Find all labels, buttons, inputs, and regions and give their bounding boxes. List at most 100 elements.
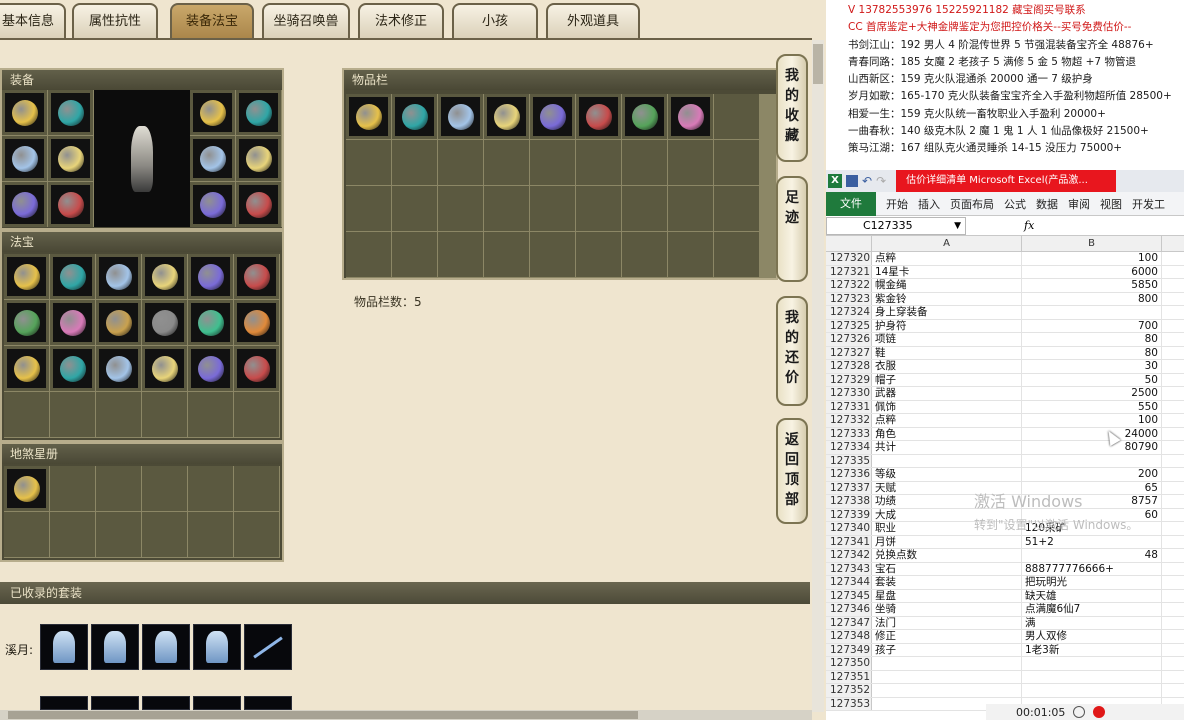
row-number[interactable]: 127334: [826, 441, 872, 454]
cell-b[interactable]: 80790: [1022, 441, 1162, 454]
fx-icon[interactable]: fx: [1024, 219, 1034, 232]
row-number[interactable]: 127326: [826, 333, 872, 346]
row-number[interactable]: 127352: [826, 684, 872, 697]
treasure-slot[interactable]: [96, 254, 141, 299]
constellation-slot[interactable]: [96, 466, 141, 511]
cell-b[interactable]: 男人双修: [1022, 630, 1162, 643]
row-number[interactable]: 127321: [826, 265, 872, 278]
equipment-slot[interactable]: [2, 90, 47, 135]
cell-a[interactable]: [872, 657, 1022, 670]
cell-a[interactable]: 紫金铃: [872, 292, 1022, 305]
cell-b[interactable]: 点满魔6仙7: [1022, 603, 1162, 616]
inventory-slot[interactable]: [714, 94, 759, 139]
cell-b[interactable]: 6000: [1022, 265, 1162, 278]
cell-a[interactable]: 孩子: [872, 643, 1022, 656]
treasure-slot[interactable]: [142, 346, 187, 391]
cell-a[interactable]: [872, 670, 1022, 683]
constellation-slot[interactable]: [142, 466, 187, 511]
cell-a[interactable]: 武器: [872, 387, 1022, 400]
inventory-slot[interactable]: [576, 94, 621, 139]
constellation-slot[interactable]: [50, 512, 95, 557]
cell-b[interactable]: 24000: [1022, 427, 1162, 440]
equipment-slot[interactable]: [236, 136, 281, 181]
suit-outfit-7[interactable]: [142, 696, 190, 710]
cell-a[interactable]: 护身符: [872, 319, 1022, 332]
ribbon-tab-2[interactable]: 页面布局: [950, 196, 994, 212]
inventory-slot[interactable]: [392, 140, 437, 185]
redo-icon[interactable]: ↷: [876, 174, 886, 188]
treasure-slot[interactable]: [234, 254, 279, 299]
treasure-slot[interactable]: [142, 300, 187, 345]
cell-a[interactable]: 坐骑: [872, 603, 1022, 616]
cell-a[interactable]: 修正: [872, 630, 1022, 643]
cell-b[interactable]: 100: [1022, 414, 1162, 427]
suit-outfit-3[interactable]: [142, 624, 190, 670]
row-number[interactable]: 127330: [826, 387, 872, 400]
row-number[interactable]: 127348: [826, 630, 872, 643]
inventory-slot[interactable]: [668, 140, 713, 185]
row-number[interactable]: 127333: [826, 427, 872, 440]
tab-2[interactable]: 装备法宝: [170, 3, 254, 40]
record-icon[interactable]: [1093, 706, 1106, 718]
treasure-slot[interactable]: [234, 346, 279, 391]
equipment-slot[interactable]: [48, 90, 93, 135]
cell-a[interactable]: 佩饰: [872, 400, 1022, 413]
row-number[interactable]: 127335: [826, 454, 872, 467]
treasure-slot[interactable]: [4, 254, 49, 299]
row-number[interactable]: 127323: [826, 292, 872, 305]
treasure-slot[interactable]: [50, 254, 95, 299]
row-number[interactable]: 127350: [826, 657, 872, 670]
vertical-scrollbar[interactable]: [812, 40, 824, 712]
treasure-slot[interactable]: [188, 346, 233, 391]
cell-b[interactable]: [1022, 684, 1162, 697]
equipment-slot[interactable]: [236, 90, 281, 135]
constellation-slot[interactable]: [96, 512, 141, 557]
cell-b[interactable]: [1022, 670, 1162, 683]
ribbon-tab-5[interactable]: 审阅: [1068, 196, 1090, 212]
treasure-slot[interactable]: [142, 392, 187, 437]
inventory-slot[interactable]: [346, 94, 391, 139]
inventory-slot[interactable]: [438, 140, 483, 185]
cell-b[interactable]: 800: [1022, 292, 1162, 305]
suit-outfit-5[interactable]: [40, 696, 88, 710]
row-number[interactable]: 127340: [826, 522, 872, 535]
suit-outfit-8[interactable]: [193, 696, 241, 710]
row-number[interactable]: 127339: [826, 508, 872, 521]
inventory-slot[interactable]: [576, 140, 621, 185]
inventory-slot[interactable]: [392, 232, 437, 277]
constellation-slot[interactable]: [50, 466, 95, 511]
constellation-slot[interactable]: [4, 512, 49, 557]
inventory-slot[interactable]: [392, 94, 437, 139]
constellation-slot[interactable]: [4, 466, 49, 511]
cell-b[interactable]: 550: [1022, 400, 1162, 413]
inventory-slot[interactable]: [576, 232, 621, 277]
inventory-slot[interactable]: [576, 186, 621, 231]
inventory-slot[interactable]: [714, 140, 759, 185]
treasure-slot[interactable]: [50, 392, 95, 437]
cell-a[interactable]: 项链: [872, 333, 1022, 346]
cell-b[interactable]: [1022, 306, 1162, 319]
row-number[interactable]: 127332: [826, 414, 872, 427]
suit-outfit-6[interactable]: [91, 696, 139, 710]
select-all-corner[interactable]: [826, 236, 872, 251]
cell-b[interactable]: 2500: [1022, 387, 1162, 400]
row-number[interactable]: 127337: [826, 481, 872, 494]
constellation-slot[interactable]: [188, 466, 233, 511]
treasure-slot[interactable]: [234, 300, 279, 345]
row-number[interactable]: 127346: [826, 603, 872, 616]
column-a-header[interactable]: A: [872, 236, 1022, 251]
row-number[interactable]: 127341: [826, 535, 872, 548]
cell-a[interactable]: 衣服: [872, 360, 1022, 373]
inventory-slot[interactable]: [714, 186, 759, 231]
constellation-slot[interactable]: [142, 512, 187, 557]
side-button-1[interactable]: 足迹: [776, 176, 808, 282]
constellation-slot[interactable]: [234, 512, 279, 557]
cell-a[interactable]: 等级: [872, 468, 1022, 481]
inventory-slot[interactable]: [714, 232, 759, 277]
inventory-slot[interactable]: [346, 140, 391, 185]
row-number[interactable]: 127344: [826, 576, 872, 589]
cell-b[interactable]: 48: [1022, 549, 1162, 562]
tab-1[interactable]: 属性抗性: [72, 3, 158, 40]
row-number[interactable]: 127331: [826, 400, 872, 413]
cell-b[interactable]: [1022, 657, 1162, 670]
